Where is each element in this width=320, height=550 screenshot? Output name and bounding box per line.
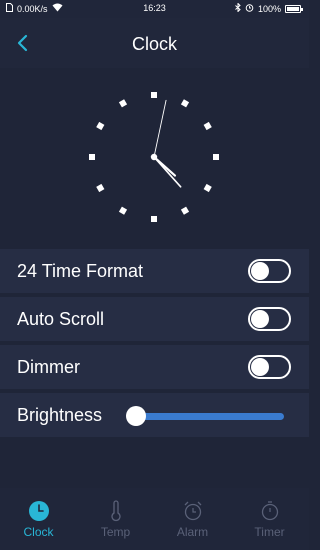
alarm-status-icon xyxy=(245,3,254,14)
battery-icon xyxy=(285,4,303,13)
tab-label: Temp xyxy=(100,525,131,539)
hour-marker xyxy=(118,206,128,215)
brightness-row: Brightness xyxy=(0,393,309,437)
clock-center-dot xyxy=(150,153,158,161)
hour-marker xyxy=(203,121,212,131)
hour-marker xyxy=(96,121,105,131)
page-title: Clock xyxy=(131,34,177,54)
stopwatch-icon xyxy=(261,501,279,521)
tab-label: Timer xyxy=(254,525,285,539)
tab-clock[interactable]: Clock xyxy=(0,488,77,550)
tab-timer[interactable]: Timer xyxy=(231,488,308,550)
tab-label: Clock xyxy=(23,525,54,539)
minute-hand xyxy=(153,156,182,188)
auto-scroll-label: Auto Scroll xyxy=(17,309,105,329)
dimmer-label: Dimmer xyxy=(17,357,80,377)
toggle-knob xyxy=(251,358,269,376)
auto-scroll-toggle[interactable] xyxy=(248,307,291,331)
brightness-label: Brightness xyxy=(17,405,103,425)
hour-marker xyxy=(151,92,157,98)
hour-marker xyxy=(118,99,128,108)
bluetooth-icon xyxy=(235,2,241,14)
hour-marker xyxy=(180,99,190,108)
clock-icon xyxy=(29,501,49,521)
brightness-slider-thumb[interactable] xyxy=(126,406,146,426)
tab-bar: Clock Temp Alarm Timer xyxy=(0,488,309,550)
dimmer-row: Dimmer xyxy=(0,345,309,389)
tab-alarm[interactable]: Alarm xyxy=(154,488,231,550)
hour-marker xyxy=(203,183,212,193)
dimmer-toggle[interactable] xyxy=(248,355,291,379)
tab-label: Alarm xyxy=(176,525,209,539)
hour-marker xyxy=(180,206,190,215)
alarm-icon xyxy=(184,501,202,521)
tab-temp[interactable]: Temp xyxy=(77,488,154,550)
battery-percent: 100% xyxy=(257,3,281,14)
auto-scroll-row: Auto Scroll xyxy=(0,297,309,341)
time-format-row: 24 Time Format xyxy=(0,249,309,293)
clock-area xyxy=(0,68,309,250)
status-bar: 0.00K/s 16:23 100% xyxy=(0,0,309,18)
header: Clock xyxy=(0,18,309,68)
toggle-knob xyxy=(251,262,269,280)
analog-clock xyxy=(89,92,219,222)
brightness-slider[interactable] xyxy=(133,413,284,420)
hour-marker xyxy=(213,154,219,160)
thermometer-icon xyxy=(111,500,121,522)
toggle-knob xyxy=(251,310,269,328)
hour-marker xyxy=(151,216,157,222)
hour-marker xyxy=(96,183,105,193)
second-hand xyxy=(153,99,167,158)
hour-marker xyxy=(89,154,95,160)
time-format-toggle[interactable] xyxy=(248,259,291,283)
time-format-label: 24 Time Format xyxy=(17,261,144,281)
